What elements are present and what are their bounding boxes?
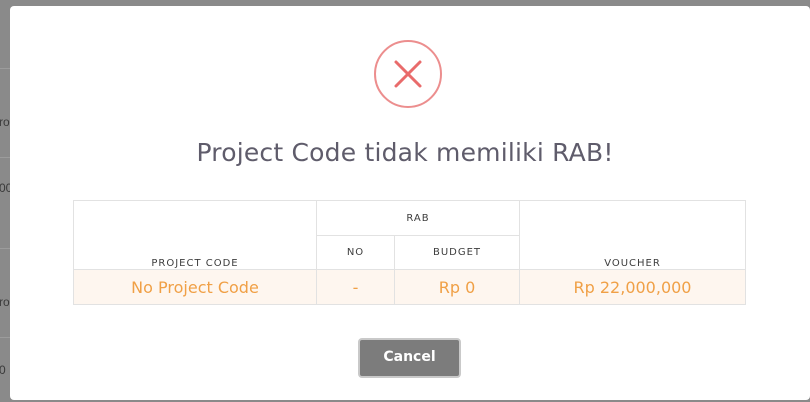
background-text: ro bbox=[0, 115, 10, 129]
error-modal: Project Code tidak memiliki RAB! PROJECT… bbox=[10, 6, 810, 400]
error-x-circle-icon bbox=[374, 40, 442, 108]
background-text: ro bbox=[0, 295, 10, 309]
cell-project-code: No Project Code bbox=[73, 269, 317, 305]
header-budget: BUDGET bbox=[394, 235, 520, 270]
background-divider bbox=[0, 157, 10, 158]
table-row: No Project Code - Rp 0 Rp 22,000,000 bbox=[73, 269, 746, 305]
close-x-icon bbox=[394, 60, 422, 88]
modal-title: Project Code tidak memiliki RAB! bbox=[196, 138, 614, 167]
header-no: NO bbox=[316, 235, 395, 270]
rab-summary-table: PROJECT CODE RAB VOUCHER NO BUDGET No Pr… bbox=[73, 200, 746, 305]
background-divider bbox=[0, 248, 10, 249]
cancel-button[interactable]: Cancel bbox=[358, 338, 461, 378]
background-divider bbox=[0, 68, 10, 69]
header-voucher: VOUCHER bbox=[519, 200, 746, 270]
header-rab: RAB bbox=[316, 200, 520, 236]
cell-no: - bbox=[316, 269, 395, 305]
cell-budget: Rp 0 bbox=[394, 269, 520, 305]
background-divider bbox=[0, 337, 10, 338]
header-project-code: PROJECT CODE bbox=[73, 200, 317, 270]
cell-voucher: Rp 22,000,000 bbox=[519, 269, 746, 305]
background-text: 0 bbox=[0, 363, 6, 377]
